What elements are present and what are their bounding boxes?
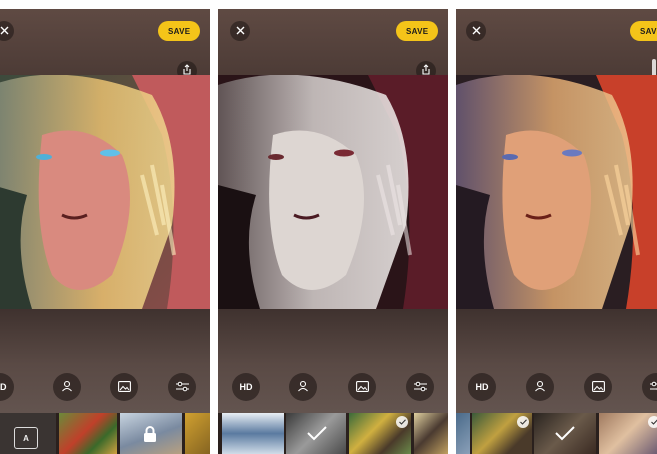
filter-strip[interactable]: A <box>0 413 210 454</box>
adjust-button[interactable] <box>168 373 196 401</box>
phone-screen-1: SAVE HD <box>0 9 210 454</box>
image-button[interactable] <box>584 373 612 401</box>
lock-icon <box>143 426 157 447</box>
artwork-image <box>218 75 448 309</box>
filter-thumb-3[interactable] <box>349 413 411 454</box>
filter-strip[interactable] <box>218 413 448 454</box>
sliders-icon <box>649 381 657 394</box>
portrait-icon <box>61 380 73 394</box>
phone-screen-2: SAVE HD <box>218 9 448 454</box>
edit-toolbar: HD <box>456 373 657 403</box>
image-button[interactable] <box>348 373 376 401</box>
sliders-icon <box>175 381 189 394</box>
portrait-icon <box>534 380 546 394</box>
filter-thumb-4[interactable] <box>414 413 448 454</box>
adjust-button[interactable] <box>642 373 657 401</box>
image-icon <box>355 380 369 394</box>
close-button[interactable] <box>230 21 250 41</box>
filter-thumb-3[interactable] <box>599 413 657 454</box>
hd-button[interactable]: HD <box>0 373 14 401</box>
filter-thumb-0[interactable] <box>456 413 470 454</box>
portrait-button[interactable] <box>289 373 317 401</box>
hd-button[interactable]: HD <box>468 373 496 401</box>
close-button[interactable] <box>466 21 486 41</box>
hd-button[interactable]: HD <box>232 373 260 401</box>
filter-thumb-2[interactable] <box>59 413 117 454</box>
close-icon <box>0 22 9 40</box>
adjust-button[interactable] <box>406 373 434 401</box>
edit-toolbar: HD <box>218 373 448 403</box>
save-button[interactable]: SAVE <box>396 21 439 41</box>
filter-thumb-original[interactable]: A <box>0 413 56 454</box>
portrait-icon <box>297 380 309 394</box>
filter-thumb-1[interactable] <box>222 413 284 454</box>
phone-screen-3: SAV HD <box>456 9 657 454</box>
close-icon <box>472 22 481 40</box>
filter-thumb-selected[interactable] <box>286 413 346 454</box>
check-icon <box>396 416 408 428</box>
filter-thumb-4[interactable] <box>185 413 210 454</box>
portrait-button[interactable] <box>526 373 554 401</box>
close-button[interactable] <box>0 21 14 41</box>
check-icon <box>306 425 328 446</box>
artwork-image <box>0 75 210 309</box>
filter-thumb-1[interactable] <box>472 413 532 454</box>
portrait-button[interactable] <box>53 373 81 401</box>
close-icon <box>236 22 245 40</box>
filter-strip[interactable] <box>456 413 657 454</box>
artwork-image <box>456 75 657 309</box>
image-icon <box>117 380 131 394</box>
filter-thumb-locked[interactable] <box>120 413 182 454</box>
filter-a-icon: A <box>14 427 38 449</box>
check-icon <box>648 416 657 428</box>
image-button[interactable] <box>110 373 138 401</box>
sliders-icon <box>413 381 427 394</box>
edit-toolbar: HD <box>0 373 210 403</box>
save-button[interactable]: SAV <box>630 21 657 41</box>
filter-thumb-selected[interactable] <box>534 413 596 454</box>
check-icon <box>517 416 529 428</box>
save-button[interactable]: SAVE <box>158 21 201 41</box>
check-icon <box>554 425 576 446</box>
image-icon <box>591 380 605 394</box>
